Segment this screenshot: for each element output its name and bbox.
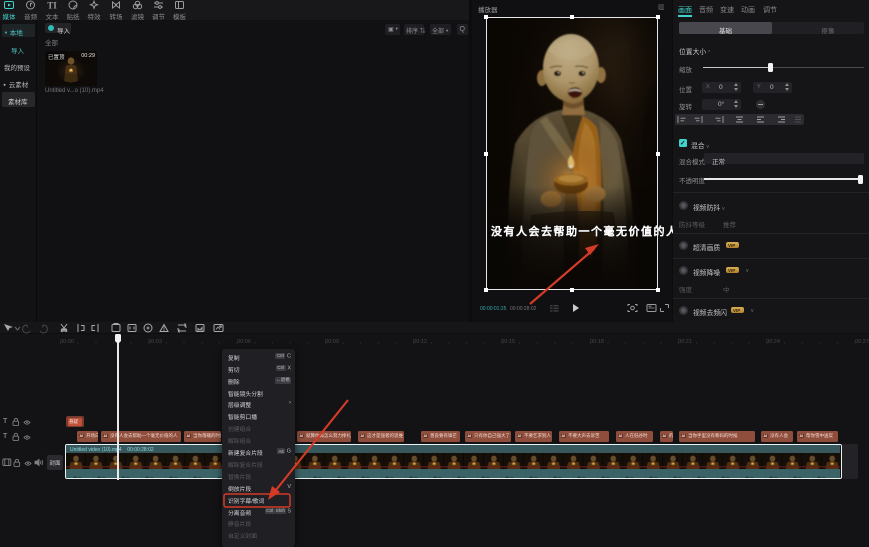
svg-text:TI: TI [47,1,57,11]
